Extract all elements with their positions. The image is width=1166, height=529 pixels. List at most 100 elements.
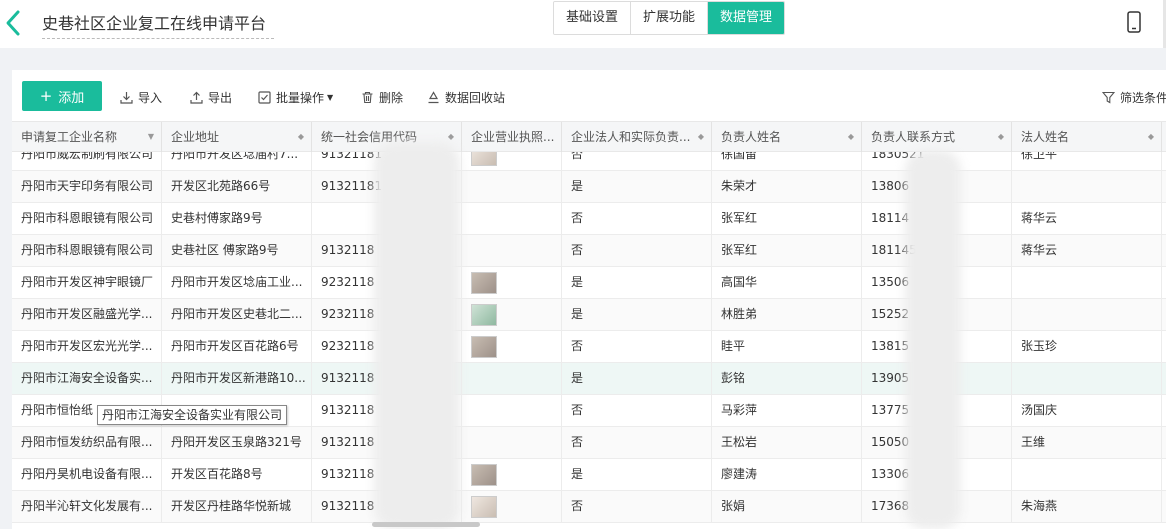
table-cell: 张娟 xyxy=(712,491,862,522)
top-bar: 史巷社区企业复工在线申请平台 基础设置 扩展功能 数据管理 xyxy=(0,0,1166,48)
export-icon xyxy=(190,91,203,104)
import-icon xyxy=(120,91,133,104)
sort-down-icon: ▼ xyxy=(147,132,154,141)
table-row[interactable]: 丹阳市科恩眼镜有限公司 史巷村傅家路9号否张军红 18114 蒋华云 xyxy=(12,203,1166,235)
table-row[interactable]: 丹阳市科恩眼镜有限公司 史巷社区 傅家路9号 9132118 否张军红 181145 蒋华… xyxy=(12,235,1166,267)
back-arrow-icon[interactable] xyxy=(2,8,24,38)
license-thumbnail[interactable] xyxy=(471,496,497,518)
license-cell xyxy=(462,331,562,362)
table-cell: 彭铭 xyxy=(712,363,862,394)
table-row[interactable]: 丹阳市开发区宏光光学... 丹阳市开发区百花路6号 9232118 否眭平 13815 张… xyxy=(12,331,1166,363)
filter-label: 筛选条件 xyxy=(1120,90,1166,105)
tab-extensions[interactable]: 扩展功能 xyxy=(631,2,709,34)
table-row[interactable]: 丹阳市开发区融盛光学... 丹阳市开发区史巷北二... 9232118 是林胜弟 152… xyxy=(12,299,1166,331)
table-cell: 开发区北苑路66号 xyxy=(162,171,312,202)
tab-basic-settings[interactable]: 基础设置 xyxy=(554,2,632,34)
table-cell xyxy=(1012,171,1162,202)
column-header-label: 企业地址 xyxy=(171,130,220,144)
table-cell: 丹阳市开发区新港路10... xyxy=(162,363,312,394)
license-cell xyxy=(462,459,562,490)
toolbar: + 添加 导入 导出 批量操作 ▼ 删除 数据回收站 筛选条件 xyxy=(12,70,1166,120)
checkbox-icon xyxy=(258,90,271,104)
table-cell: 朱海燕 xyxy=(1012,491,1162,522)
table-cell: 否 xyxy=(562,491,712,522)
table-cell: 眭平 xyxy=(712,331,862,362)
license-thumbnail[interactable] xyxy=(471,336,497,358)
table-cell: 丹阳市开发区埝庙工业... xyxy=(162,267,312,298)
table-row[interactable]: 丹阳市恒发纺织品有限... 丹阳开发区玉泉路321号 9132118 否王松岩 1505… xyxy=(12,427,1166,459)
license-thumbnail[interactable] xyxy=(471,304,497,326)
license-cell xyxy=(462,203,562,234)
column-header[interactable]: 法人姓名 ◆ xyxy=(1012,122,1162,152)
table-cell: 否 xyxy=(562,152,712,170)
table-header: 申请复工企业名称 ▼ 企业地址 ◆ 统一社会信用代码 ◆ 企业营业执照... 企业法人… xyxy=(12,121,1166,152)
table-cell: 否 xyxy=(562,235,712,266)
column-header[interactable]: 企业地址 ◆ xyxy=(162,122,312,152)
table-cell: 徐卫平 xyxy=(1012,152,1162,170)
table-row[interactable]: 丹阳丹昊机电设备有限... 开发区百花路8号 9132118 是廖建涛 13306 xyxy=(12,459,1166,491)
delete-button[interactable]: 删除 xyxy=(361,88,403,106)
table-cell xyxy=(1012,299,1162,330)
table-cell: 否 xyxy=(562,427,712,458)
table-row[interactable]: 丹阳市江海安全设备实... 丹阳市开发区新港路10... 9132118 是彭铭 139… xyxy=(12,363,1166,395)
table-cell: 丹阳市恒发纺织品有限... xyxy=(12,427,162,458)
table-cell: 马彩萍 xyxy=(712,395,862,426)
sort-icon: ◆ xyxy=(997,132,1004,141)
export-label: 导出 xyxy=(208,90,233,105)
filter-icon xyxy=(1102,91,1115,103)
license-cell xyxy=(462,267,562,298)
column-header-label: 法人姓名 xyxy=(1021,130,1070,144)
table-cell: 丹阳市开发区史巷北二... xyxy=(162,299,312,330)
table-cell: 开发区丹桂路华悦新城 xyxy=(162,491,312,522)
table-cell: 史巷村傅家路9号 xyxy=(162,203,312,234)
column-header[interactable]: 企业营业执照... xyxy=(462,122,562,152)
app-title: 史巷社区企业复工在线申请平台 xyxy=(42,10,274,39)
recycle-bin-button[interactable]: 数据回收站 xyxy=(427,88,505,106)
column-header[interactable]: 负责人姓名 ◆ xyxy=(712,122,862,152)
sort-icon: ◆ xyxy=(697,132,704,141)
table-cell xyxy=(1012,363,1162,394)
sort-icon: ◆ xyxy=(847,132,854,141)
license-cell xyxy=(462,427,562,458)
table-cell: 王维 xyxy=(1012,427,1162,458)
table-cell: 蒋华云 xyxy=(1012,203,1162,234)
horizontal-scrollbar[interactable] xyxy=(372,522,480,527)
table-cell: 丹阳市科恩眼镜有限公司 xyxy=(12,235,162,266)
caret-down-icon: ▼ xyxy=(327,92,334,102)
cell-tooltip: 丹阳市江海安全设备实业有限公司 xyxy=(97,405,288,425)
table-cell: 张军红 xyxy=(712,203,862,234)
table-cell: 是 xyxy=(562,267,712,298)
import-button[interactable]: 导入 xyxy=(120,88,162,106)
table-row[interactable]: 丹阳市威宏制刷有限公司 丹阳市开发区埝庙村7... 91321181 否徐国留 1830… xyxy=(12,152,1166,171)
license-cell xyxy=(462,235,562,266)
column-header[interactable]: 企业法人和实际负责... ◆ xyxy=(562,122,712,152)
table-cell: 丹阳市威宏制刷有限公司 xyxy=(12,152,162,170)
license-thumbnail[interactable] xyxy=(471,272,497,294)
column-header[interactable]: 负责人联系方式 ◆ xyxy=(862,122,1012,152)
table-row[interactable]: 丹阳半沁轩文化发展有... 开发区丹桂路华悦新城 9132118 否张娟 17368 朱海… xyxy=(12,491,1166,523)
column-header-label: 负责人联系方式 xyxy=(871,130,956,144)
filter-button[interactable]: 筛选条件 xyxy=(1102,88,1166,106)
table-cell: 丹阳半沁轩文化发展有... xyxy=(12,491,162,522)
license-cell xyxy=(462,299,562,330)
table-cell: 朱荣才 xyxy=(712,171,862,202)
export-button[interactable]: 导出 xyxy=(190,88,232,106)
column-header[interactable]: 申请复工企业名称 ▼ xyxy=(12,122,162,152)
mobile-preview-icon[interactable] xyxy=(1126,11,1142,33)
license-thumbnail[interactable] xyxy=(471,152,497,166)
column-header-label: 申请复工企业名称 xyxy=(21,130,118,144)
license-thumbnail[interactable] xyxy=(471,464,497,486)
table-row[interactable]: 丹阳市开发区神宇眼镜厂 丹阳市开发区埝庙工业... 9232118 是高国华 13506 xyxy=(12,267,1166,299)
license-cell xyxy=(462,171,562,202)
tab-data-management[interactable]: 数据管理 xyxy=(708,2,785,34)
table-cell: 高国华 xyxy=(712,267,862,298)
add-button[interactable]: + 添加 xyxy=(22,81,102,111)
table-cell: 丹阳市开发区融盛光学... xyxy=(12,299,162,330)
batch-operation-button[interactable]: 批量操作 ▼ xyxy=(258,88,333,106)
table-cell: 丹阳市开发区埝庙村7... xyxy=(162,152,312,170)
table-row[interactable]: 丹阳市天宇印务有限公司 开发区北苑路66号 91321181 是朱荣才 13806 xyxy=(12,171,1166,203)
table-cell: 张军红 xyxy=(712,235,862,266)
batch-operation-label: 批量操作 xyxy=(276,90,325,105)
table-cell: 丹阳市开发区宏光光学... xyxy=(12,331,162,362)
add-button-label: 添加 xyxy=(58,90,85,106)
